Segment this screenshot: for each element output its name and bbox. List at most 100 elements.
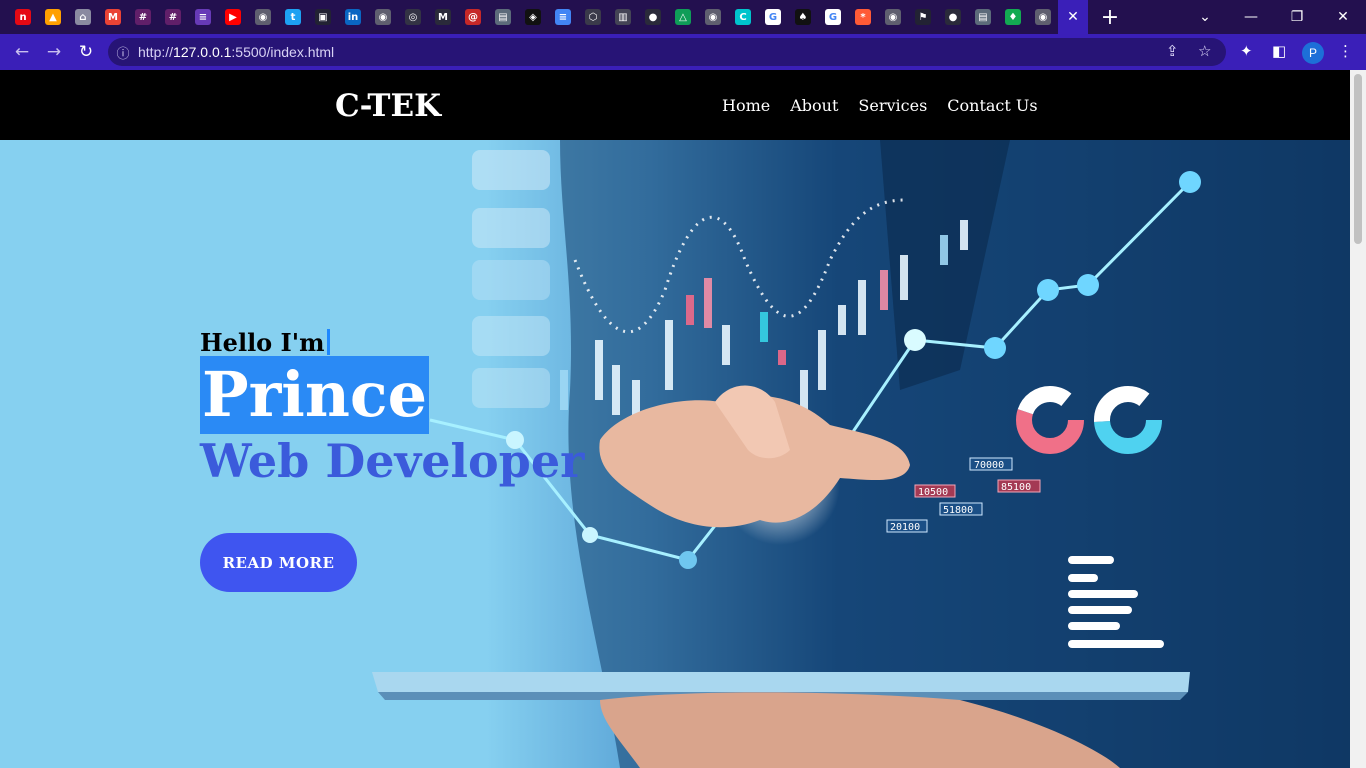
chart-label: 10500 bbox=[918, 487, 948, 498]
browser-tab[interactable]: ◉ bbox=[1028, 0, 1058, 34]
bookmark-star-icon[interactable]: ☆ bbox=[1198, 42, 1211, 60]
minimize-button[interactable]: — bbox=[1228, 0, 1274, 34]
browser-tab[interactable]: ◉ bbox=[878, 0, 908, 34]
browser-tab[interactable]: @ bbox=[458, 0, 488, 34]
bag-icon: ▣ bbox=[315, 9, 331, 25]
docs-icon: ≡ bbox=[555, 9, 571, 25]
back-button[interactable]: ← bbox=[6, 36, 38, 68]
browser-tab[interactable]: in bbox=[338, 0, 368, 34]
google-icon: G bbox=[765, 9, 781, 25]
forward-button[interactable]: → bbox=[38, 36, 70, 68]
browser-tab[interactable]: M bbox=[428, 0, 458, 34]
firebase-icon: ▲ bbox=[45, 9, 61, 25]
site-logo[interactable]: C-TEK bbox=[335, 88, 441, 124]
browser-tab[interactable]: ♦ bbox=[998, 0, 1028, 34]
browser-tab[interactable]: ⚑ bbox=[908, 0, 938, 34]
address-bar[interactable]: ⓘ http://127.0.0.1:5500/index.html ⇪ ☆ bbox=[108, 38, 1226, 66]
minimize-icon: — bbox=[1244, 9, 1258, 25]
drive-icon: △ bbox=[675, 9, 691, 25]
extensions-icon[interactable]: ✦ bbox=[1240, 42, 1253, 60]
typing-cursor bbox=[326, 329, 330, 355]
site-navbar: C-TEK Home About Services Contact Us bbox=[0, 70, 1350, 140]
browser-tab[interactable]: ⬡ bbox=[578, 0, 608, 34]
browser-tab[interactable]: ◉ bbox=[368, 0, 398, 34]
browser-tab[interactable]: ▶ bbox=[218, 0, 248, 34]
web-page: C-TEK Home About Services Contact Us 700… bbox=[0, 70, 1350, 768]
browser-tab-strip: n ▲ ⌂ M # # ≡ ▶ ◉ t ▣ in ◉ ◎ M @ ▤ ◈ ≡ ⬡ ▥ ● △ ◉ C G ♠ G * ◉ ⚑ ● ▤ ♦ ◉ ✕ + bbox=[0, 0, 1366, 34]
chart-label: 85100 bbox=[1001, 482, 1031, 493]
m-icon: M bbox=[435, 9, 451, 25]
globe-icon: ◉ bbox=[255, 9, 271, 25]
reload-icon: ↻ bbox=[78, 42, 94, 62]
browser-tab[interactable]: ≡ bbox=[548, 0, 578, 34]
tab-list: n ▲ ⌂ M # # ≡ ▶ ◉ t ▣ in ◉ ◎ M @ ▤ ◈ ≡ ⬡ ▥ ● △ ◉ C G ♠ G * ◉ ⚑ ● ▤ ♦ ◉ bbox=[0, 0, 1058, 34]
new-tab-button[interactable]: + bbox=[1092, 0, 1128, 34]
hero-greeting: Hello I'm bbox=[200, 328, 330, 357]
nav-link-services[interactable]: Services bbox=[858, 96, 927, 115]
restore-button[interactable]: ❐ bbox=[1274, 0, 1320, 34]
gmail-icon: M bbox=[105, 9, 121, 25]
browser-tab[interactable]: ◈ bbox=[518, 0, 548, 34]
browser-tab[interactable]: ▥ bbox=[608, 0, 638, 34]
url-host: 127.0.0.1 bbox=[173, 44, 232, 60]
browser-tab[interactable]: * bbox=[848, 0, 878, 34]
nav-link-about[interactable]: About bbox=[790, 96, 838, 115]
mongodb-icon: ♦ bbox=[1005, 9, 1021, 25]
browser-toolbar: ← → ↻ ⓘ http://127.0.0.1:5500/index.html… bbox=[0, 34, 1366, 70]
nav-link-contact[interactable]: Contact Us bbox=[947, 96, 1037, 115]
browser-tab[interactable]: ≡ bbox=[188, 0, 218, 34]
browser-tab[interactable]: ♠ bbox=[788, 0, 818, 34]
more-menu-icon[interactable]: ⋮ bbox=[1338, 42, 1353, 60]
read-more-button[interactable]: READ MORE bbox=[200, 533, 357, 592]
browser-tab[interactable]: M bbox=[98, 0, 128, 34]
browser-tab[interactable]: # bbox=[128, 0, 158, 34]
url-scheme: http:// bbox=[138, 44, 174, 60]
browser-tab[interactable]: ▤ bbox=[968, 0, 998, 34]
browser-tab[interactable]: ◎ bbox=[398, 0, 428, 34]
close-tab-icon[interactable]: ✕ bbox=[1065, 9, 1081, 25]
side-panel-icon[interactable]: ◧ bbox=[1272, 42, 1286, 60]
asterisk-icon: * bbox=[855, 9, 871, 25]
browser-tab[interactable]: △ bbox=[668, 0, 698, 34]
chart-label: 20100 bbox=[890, 522, 920, 533]
address-url[interactable]: http://127.0.0.1:5500/index.html bbox=[138, 44, 334, 60]
restore-icon: ❐ bbox=[1290, 9, 1304, 25]
swirl-icon: @ bbox=[465, 9, 481, 25]
browser-tab[interactable]: ▣ bbox=[308, 0, 338, 34]
store-icon: ⌂ bbox=[75, 9, 91, 25]
close-window-button[interactable]: ✕ bbox=[1320, 0, 1366, 34]
globe-icon: ◉ bbox=[375, 9, 391, 25]
page-scrollbar[interactable] bbox=[1350, 70, 1366, 768]
browser-tab[interactable]: ● bbox=[638, 0, 668, 34]
browser-tab[interactable]: ▲ bbox=[38, 0, 68, 34]
browser-tab[interactable]: G bbox=[818, 0, 848, 34]
globe-icon: ◉ bbox=[705, 9, 721, 25]
browser-tab[interactable]: ⌂ bbox=[68, 0, 98, 34]
tab-search-button[interactable]: ⌄ bbox=[1182, 0, 1228, 34]
browser-tab[interactable]: t bbox=[278, 0, 308, 34]
close-icon: ✕ bbox=[1337, 9, 1349, 25]
browser-tab[interactable]: ▤ bbox=[488, 0, 518, 34]
nav-menu: Home About Services Contact Us bbox=[722, 96, 1038, 115]
slack-icon: # bbox=[135, 9, 151, 25]
openai-icon: ◎ bbox=[405, 9, 421, 25]
hero-role: Web Developer bbox=[200, 434, 585, 488]
browser-tab[interactable]: ● bbox=[938, 0, 968, 34]
browser-tab[interactable]: n bbox=[8, 0, 38, 34]
browser-tab[interactable]: C bbox=[728, 0, 758, 34]
profile-avatar[interactable]: P bbox=[1302, 42, 1324, 64]
nav-link-home[interactable]: Home bbox=[722, 96, 770, 115]
scrollbar-thumb[interactable] bbox=[1354, 74, 1362, 244]
store-icon: ▤ bbox=[975, 9, 991, 25]
browser-tab[interactable]: # bbox=[158, 0, 188, 34]
book-icon: ▥ bbox=[615, 9, 631, 25]
info-icon[interactable]: ⓘ bbox=[108, 43, 138, 62]
active-tab[interactable]: ✕ bbox=[1058, 0, 1088, 34]
share-icon[interactable]: ⇪ bbox=[1166, 42, 1179, 60]
github-icon: ● bbox=[645, 9, 661, 25]
browser-tab[interactable]: ◉ bbox=[248, 0, 278, 34]
reload-button[interactable]: ↻ bbox=[70, 36, 102, 68]
slack-icon: # bbox=[165, 9, 181, 25]
browser-tab[interactable]: ◉ bbox=[698, 0, 728, 34]
browser-tab[interactable]: G bbox=[758, 0, 788, 34]
